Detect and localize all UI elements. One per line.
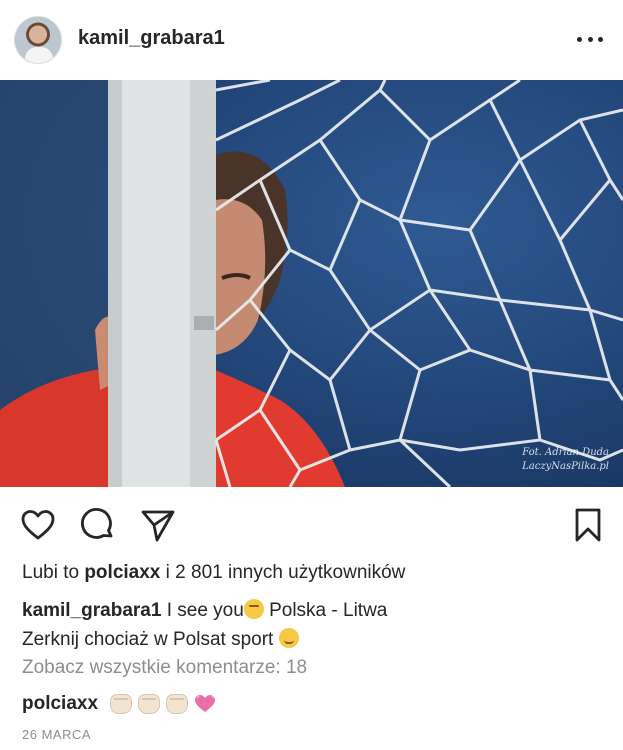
heart-icon[interactable] [20, 507, 56, 543]
likes-prefix: Lubi to [22, 562, 80, 583]
view-all-comments-link[interactable]: Zobacz wszystkie komentarze: 18 [22, 657, 307, 679]
photo-credit-line-2: LaczyNasPilka.pl [522, 461, 609, 472]
raised-fist-emoji-icon [166, 694, 189, 714]
bookmark-icon[interactable] [570, 507, 606, 543]
comment-username[interactable]: polciaxx [22, 693, 98, 715]
post-username[interactable]: kamil_grabara1 [78, 27, 225, 50]
caption-text-2: Polska - Litwa [269, 600, 388, 621]
photo-credit: Fot. Adrian Duda LaczyNasPilka.pl [522, 446, 609, 474]
likes-line[interactable]: Lubi to polciaxx i 2 801 innych użytkown… [22, 562, 405, 584]
likes-user[interactable]: polciaxx [84, 562, 160, 583]
photo-credit-line-1: Fot. Adrian Duda [522, 447, 609, 458]
comment-item: polciaxx [22, 693, 216, 715]
caption-text-1: I see you [166, 600, 244, 621]
raised-fist-emoji-icon [138, 694, 161, 714]
send-icon[interactable] [140, 507, 176, 543]
raised-fist-emoji-icon [110, 694, 133, 714]
winking-face-emoji-icon [278, 628, 299, 648]
caption-text-3: Zerknij chociaż w Polsat sport [22, 629, 274, 650]
sparkling-heart-emoji-icon [194, 694, 216, 714]
post-header: kamil_grabara1 [0, 0, 623, 80]
post-photo-graphic [0, 80, 623, 487]
post-date: 26 MARCA [22, 727, 92, 742]
more-options-icon[interactable] [577, 26, 603, 52]
post-actions [0, 487, 623, 559]
likes-suffix[interactable]: i 2 801 innych użytkowników [166, 562, 406, 583]
post-photo[interactable]: Fot. Adrian Duda LaczyNasPilka.pl [0, 80, 623, 487]
thinking-face-emoji-icon [243, 599, 264, 619]
avatar[interactable] [14, 16, 62, 64]
comment-icon[interactable] [80, 507, 116, 543]
caption-username[interactable]: kamil_grabara1 [22, 600, 161, 621]
caption: kamil_grabara1 I see you Polska - Litwa … [22, 596, 607, 654]
